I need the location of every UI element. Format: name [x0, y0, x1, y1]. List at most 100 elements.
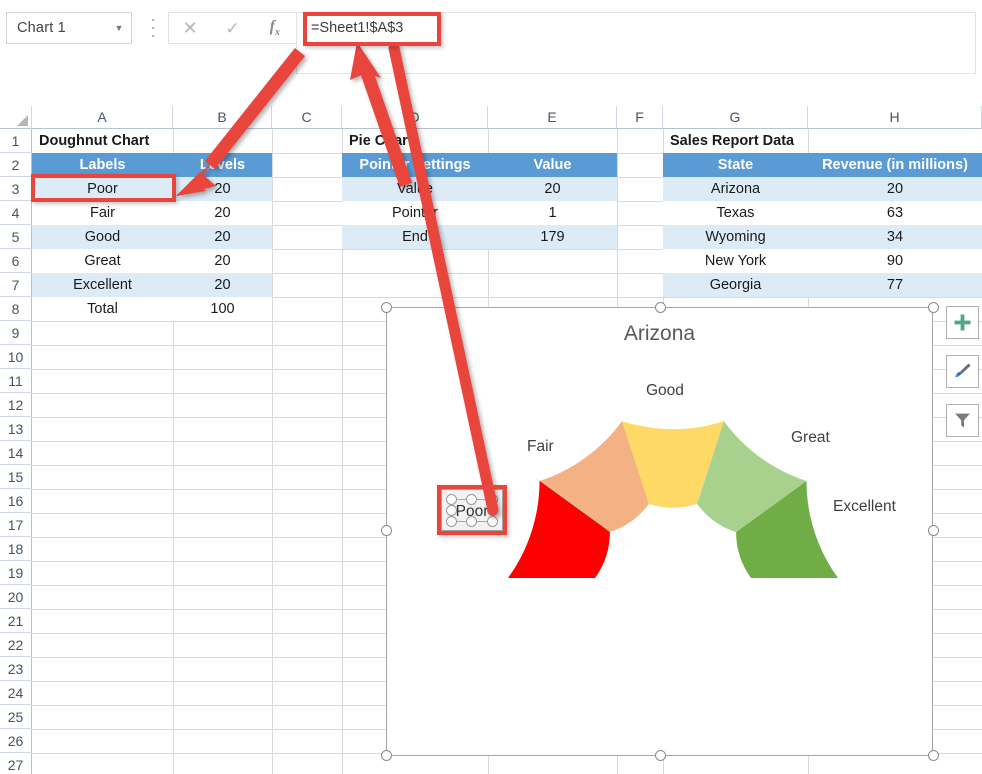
cell-g4-state[interactable]: Texas — [663, 201, 808, 225]
chart-filters-button[interactable] — [946, 404, 979, 437]
chevron-down-icon[interactable]: ▼ — [113, 24, 125, 33]
cell-a6-label[interactable]: Great — [32, 249, 173, 273]
resize-handle-top-left[interactable] — [381, 302, 392, 313]
row-header-5[interactable]: 5 — [0, 225, 32, 249]
cell-a4-label[interactable]: Fair — [32, 201, 173, 225]
row-header-1[interactable]: 1 — [0, 129, 32, 153]
resize-handle-bottom-right[interactable] — [928, 750, 939, 761]
cancel-icon[interactable]: ✕ — [169, 19, 211, 37]
column-header-a[interactable]: A — [32, 106, 173, 129]
cell-a5-label[interactable]: Good — [32, 225, 173, 249]
cell-h3-revenue[interactable]: 20 — [808, 177, 982, 201]
gauge-label-good[interactable]: Good — [646, 382, 684, 400]
plus-icon — [953, 313, 972, 332]
resize-handle-top-center[interactable] — [655, 302, 666, 313]
row-header-23[interactable]: 23 — [0, 657, 32, 681]
cell-b4-value[interactable]: 20 — [173, 201, 272, 225]
cell-e2-header-value[interactable]: Value — [488, 153, 617, 177]
row-header-7[interactable]: 7 — [0, 273, 32, 297]
row-header-12[interactable]: 12 — [0, 393, 32, 417]
funnel-icon — [953, 411, 972, 430]
cell-h2-header-revenue[interactable]: Revenue (in millions) — [808, 153, 982, 177]
paintbrush-icon — [952, 361, 973, 382]
insert-function-icon[interactable]: fx — [254, 18, 296, 38]
row-header-20[interactable]: 20 — [0, 585, 32, 609]
formula-bar-buttons: ✕ ✓ fx — [168, 12, 296, 44]
cell-a1-doughnut-title[interactable]: Doughnut Chart — [32, 129, 173, 153]
row-header-10[interactable]: 10 — [0, 345, 32, 369]
enter-icon[interactable]: ✓ — [211, 20, 253, 37]
row-header-21[interactable]: 21 — [0, 609, 32, 633]
cell-h6-revenue[interactable]: 90 — [808, 249, 982, 273]
row-header-19[interactable]: 19 — [0, 561, 32, 585]
cell-e3-value[interactable]: 20 — [488, 177, 617, 201]
row-header-11[interactable]: 11 — [0, 369, 32, 393]
resize-handle-top-right[interactable] — [928, 302, 939, 313]
chart-styles-button[interactable] — [946, 355, 979, 388]
cell-b5-value[interactable]: 20 — [173, 225, 272, 249]
column-header-e[interactable]: E — [488, 106, 617, 129]
cell-d4-label[interactable]: Pointer — [342, 201, 488, 225]
row-header-6[interactable]: 6 — [0, 249, 32, 273]
chart-elements-button[interactable] — [946, 306, 979, 339]
row-header-22[interactable]: 22 — [0, 633, 32, 657]
excel-window: Chart 1 ▼ ✕ ✓ fx =Sheet1!$A$3 ABCDEFGH 1… — [0, 0, 982, 774]
column-header-b[interactable]: B — [173, 106, 272, 129]
column-header-c[interactable]: C — [272, 106, 342, 129]
row-header-18[interactable]: 18 — [0, 537, 32, 561]
cell-d2-header-pointer-settings[interactable]: Pointer Settings — [342, 153, 488, 177]
cell-e4-value[interactable]: 1 — [488, 201, 617, 225]
row-header-4[interactable]: 4 — [0, 201, 32, 225]
column-header-h[interactable]: H — [808, 106, 982, 129]
row-header-9[interactable]: 9 — [0, 321, 32, 345]
cell-g5-state[interactable]: Wyoming — [663, 225, 808, 249]
annotation-box-formula — [303, 12, 441, 46]
resize-handle-bottom-center[interactable] — [655, 750, 666, 761]
cell-d3-label[interactable]: Value — [342, 177, 488, 201]
cell-g3-state[interactable]: Arizona — [663, 177, 808, 201]
name-box[interactable]: Chart 1 ▼ — [6, 12, 132, 44]
cell-b3-value[interactable]: 20 — [173, 177, 272, 201]
cell-h4-revenue[interactable]: 63 — [808, 201, 982, 225]
cell-h5-revenue[interactable]: 34 — [808, 225, 982, 249]
row-header-13[interactable]: 13 — [0, 417, 32, 441]
row-header-2[interactable]: 2 — [0, 153, 32, 177]
cell-g2-header-state[interactable]: State — [663, 153, 808, 177]
cell-b2-header-levels[interactable]: Levels — [173, 153, 272, 177]
cell-d5-label[interactable]: End — [342, 225, 488, 249]
cell-b6-value[interactable]: 20 — [173, 249, 272, 273]
select-all-corner[interactable] — [0, 106, 32, 129]
cell-e5-value[interactable]: 179 — [488, 225, 617, 249]
row-header-3[interactable]: 3 — [0, 177, 32, 201]
column-header-d[interactable]: D — [342, 106, 488, 129]
row-header-17[interactable]: 17 — [0, 513, 32, 537]
cell-h7-revenue[interactable]: 77 — [808, 273, 982, 297]
more-options-icon[interactable] — [148, 19, 158, 37]
cell-d1-pie-title[interactable]: Pie Chart — [342, 129, 488, 153]
row-header-8[interactable]: 8 — [0, 297, 32, 321]
resize-handle-middle-left[interactable] — [381, 525, 392, 536]
resize-handle-bottom-left[interactable] — [381, 750, 392, 761]
row-header-26[interactable]: 26 — [0, 729, 32, 753]
row-header-14[interactable]: 14 — [0, 441, 32, 465]
cell-g6-state[interactable]: New York — [663, 249, 808, 273]
cell-a7-label[interactable]: Excellent — [32, 273, 173, 297]
cell-g7-state[interactable]: Georgia — [663, 273, 808, 297]
row-header-16[interactable]: 16 — [0, 489, 32, 513]
annotation-box-poor-label — [437, 485, 507, 535]
resize-handle-middle-right[interactable] — [928, 525, 939, 536]
gauge-label-excellent[interactable]: Excellent — [833, 498, 896, 516]
row-header-15[interactable]: 15 — [0, 465, 32, 489]
column-header-f[interactable]: F — [617, 106, 663, 129]
row-header-24[interactable]: 24 — [0, 681, 32, 705]
cell-b8-value[interactable]: 100 — [173, 297, 272, 321]
column-header-g[interactable]: G — [663, 106, 808, 129]
gauge-label-great[interactable]: Great — [791, 429, 830, 447]
cell-b7-value[interactable]: 20 — [173, 273, 272, 297]
cell-g1-sales-title[interactable]: Sales Report Data — [663, 129, 808, 153]
gauge-label-fair[interactable]: Fair — [527, 438, 554, 456]
row-header-27[interactable]: 27 — [0, 753, 32, 774]
select-all-triangle-icon — [17, 115, 28, 126]
cell-a8-label[interactable]: Total — [32, 297, 173, 321]
row-header-25[interactable]: 25 — [0, 705, 32, 729]
